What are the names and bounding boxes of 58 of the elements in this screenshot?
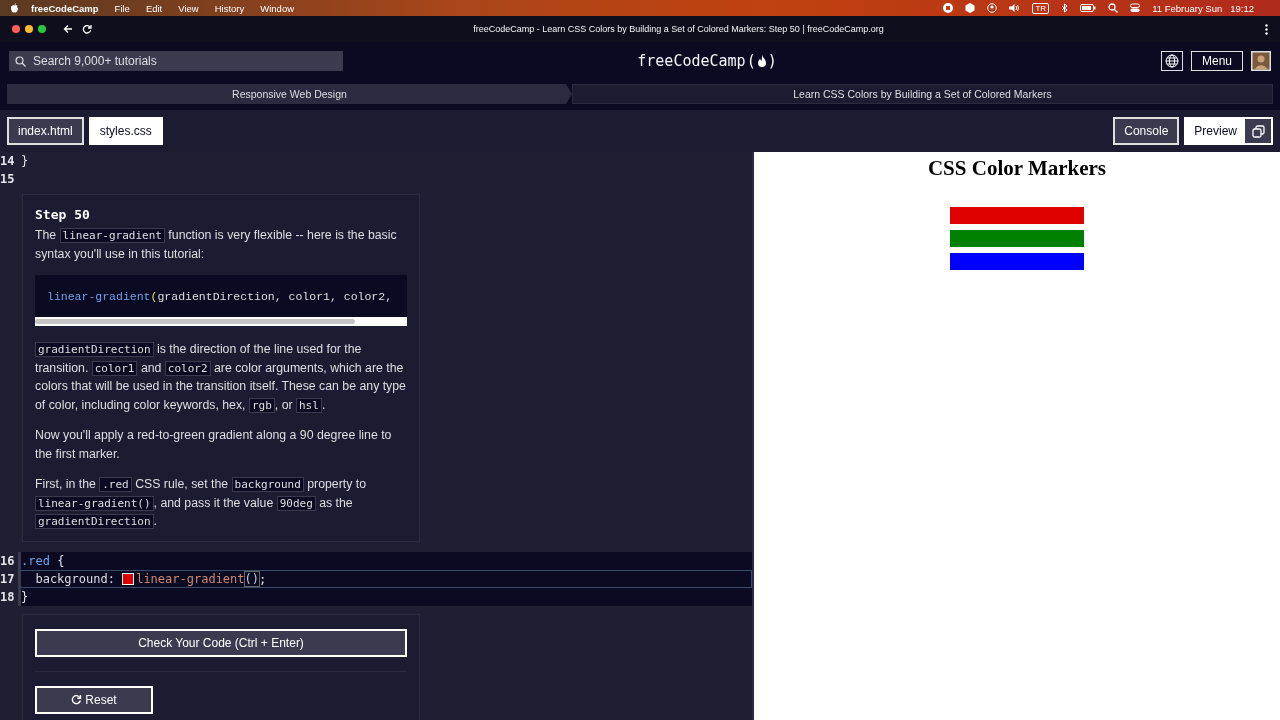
file-tab[interactable]: index.html [7, 117, 84, 145]
popout-button[interactable] [1245, 119, 1271, 143]
app-name[interactable]: freeCodeCamp [31, 2, 99, 14]
check-code-button[interactable]: Check Your Code (Ctrl + Enter) [35, 628, 407, 657]
menu-button[interactable]: Menu [1190, 51, 1243, 71]
globe-icon [1164, 54, 1179, 68]
volume-icon[interactable] [1009, 3, 1021, 13]
keyboard-layout[interactable]: TR [1032, 2, 1050, 14]
battery-icon[interactable] [1080, 4, 1097, 12]
menu-item[interactable]: File [114, 2, 130, 14]
language-button[interactable] [1160, 51, 1183, 71]
preview-heading: CSS Color Markers [926, 156, 1108, 181]
line-number: 16 [0, 553, 16, 568]
back-icon[interactable] [63, 24, 73, 34]
breadcrumb-link[interactable]: Responsive Web Design [7, 84, 572, 104]
instruction-text: First, in the .red CSS rule, set the background property to linear-gradient() , and pass it the value 90deg as the gradientDirection . [35, 476, 367, 531]
line-number: 14 [0, 154, 16, 168]
menu-item[interactable]: Window [260, 2, 295, 14]
line-number: 15 [0, 172, 16, 186]
logo-paren: ( [746, 52, 756, 70]
logo-text[interactable]: freeCodeCamp [637, 52, 746, 70]
instruction-text: gradientDirection is the direction of the line used for the transition. color1 and color2 are color arguments, which are the colors that will be used in the transition itself. These can be any type of color, including color keywords, hex, rgb , or hsl . [35, 341, 407, 414]
code-example: linear-gradient(gradientDirection, color1, color2, [35, 275, 407, 317]
logo-paren: ) [767, 52, 777, 70]
breadcrumb-link[interactable]: Learn CSS Colors by Building a Set of Colored Markers [572, 84, 1273, 104]
clock-text[interactable]: 19:12 [1230, 2, 1254, 14]
toggle-icon[interactable] [1130, 3, 1141, 13]
reload-icon [71, 694, 83, 705]
reset-button[interactable]: Reset [35, 685, 153, 714]
code-line: } [20, 153, 30, 170]
bluetooth-icon[interactable] [1061, 3, 1069, 13]
line-number: 17 [0, 571, 16, 586]
record-icon[interactable] [943, 3, 954, 13]
search-icon[interactable] [1108, 3, 1119, 13]
apple-icon[interactable] [10, 3, 19, 13]
user-circle-icon[interactable] [987, 3, 998, 13]
minimize-icon[interactable] [25, 25, 33, 33]
close-icon[interactable] [12, 25, 20, 33]
maximize-icon[interactable] [38, 25, 46, 33]
date-text[interactable]: 11 February Sun [1152, 2, 1223, 14]
window-title: freeCodeCamp - Learn CSS Colors by Building a Set of Colored Markers: Step 50 | freeCodeCamp.org [472, 24, 885, 34]
flame-icon [756, 55, 767, 67]
scrollbar[interactable] [35, 317, 407, 326]
step-title: Step 50 [35, 207, 91, 222]
reload-icon[interactable] [82, 24, 92, 34]
line-number: 18 [0, 589, 16, 604]
pane-tab[interactable]: Console [1113, 117, 1180, 145]
file-tab[interactable]: styles.css [88, 117, 163, 145]
more-icon[interactable] [1265, 23, 1268, 35]
hexagon-icon[interactable] [965, 3, 976, 13]
search-field[interactable]: Search 9,000+ tutorials [9, 51, 343, 71]
avatar-icon[interactable] [1251, 51, 1271, 71]
menu-item[interactable]: History [214, 2, 245, 14]
instruction-text: Now you'll apply a red-to-green gradient along a 90 degree line to the first marker. [35, 427, 393, 463]
windows-icon [1251, 124, 1265, 138]
instruction-text: The linear-gradient function is very flexible -- here is the basic syntax you'll use in this tutorial: [35, 227, 398, 263]
menu-item[interactable]: Edit [145, 2, 163, 14]
menu-item[interactable]: View [178, 2, 199, 14]
